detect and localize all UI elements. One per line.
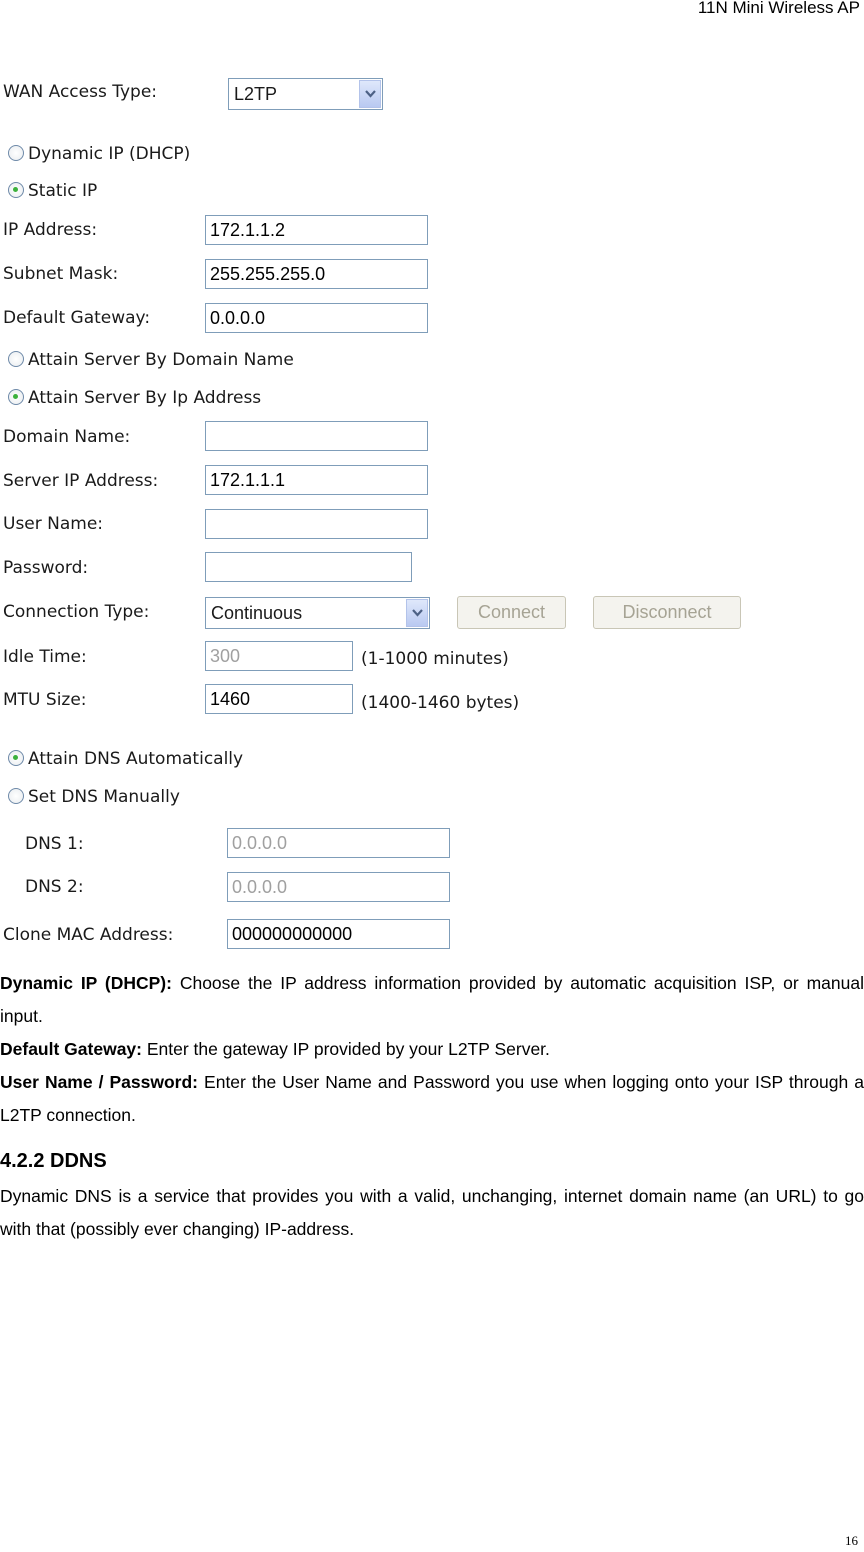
user-name-label: User Name: — [3, 514, 104, 534]
radio-checked-icon — [8, 389, 24, 405]
radio-unchecked-icon — [8, 788, 24, 804]
radio-dynamic-ip[interactable]: Dynamic IP (DHCP) — [8, 144, 190, 164]
ip-address-label: IP Address: — [3, 220, 98, 240]
radio-dns-auto-label: Attain DNS Automatically — [28, 749, 244, 769]
term-dynamic-ip: Dynamic IP (DHCP): — [0, 973, 172, 993]
password-label: Password: — [3, 558, 89, 578]
radio-checked-icon — [8, 182, 24, 198]
dns2-input[interactable]: 0.0.0.0 — [227, 872, 450, 902]
paragraph-user-password: User Name / Password: Enter the User Nam… — [0, 1066, 864, 1132]
domain-name-input[interactable] — [205, 421, 428, 451]
paragraph-default-gateway: Default Gateway: Enter the gateway IP pr… — [0, 1033, 864, 1066]
idle-time-input[interactable]: 300 — [205, 641, 353, 671]
radio-server-by-domain-label: Attain Server By Domain Name — [28, 350, 294, 370]
user-name-input[interactable] — [205, 509, 428, 539]
paragraph-ddns: Dynamic DNS is a service that provides y… — [0, 1186, 864, 1239]
radio-dns-manual[interactable]: Set DNS Manually — [8, 787, 180, 807]
radio-unchecked-icon — [8, 145, 24, 161]
term-default-gateway: Default Gateway: — [0, 1039, 142, 1059]
chevron-down-icon — [406, 599, 428, 627]
radio-unchecked-icon — [8, 351, 24, 367]
idle-time-hint: (1-1000 minutes) — [361, 649, 509, 669]
radio-server-by-ip[interactable]: Attain Server By Ip Address — [8, 388, 261, 408]
default-gateway-input[interactable]: 0.0.0.0 — [205, 303, 428, 333]
radio-checked-icon — [8, 750, 24, 766]
paragraph-dynamic-ip: Dynamic IP (DHCP): Choose the IP address… — [0, 967, 864, 1033]
chevron-down-icon — [359, 80, 381, 108]
disconnect-button[interactable]: Disconnect — [593, 596, 741, 629]
document-body: Dynamic IP (DHCP): Choose the IP address… — [0, 967, 864, 1246]
radio-server-by-domain[interactable]: Attain Server By Domain Name — [8, 350, 294, 370]
wan-access-type-select[interactable]: L2TP — [228, 78, 383, 110]
mtu-size-hint: (1400-1460 bytes) — [361, 693, 520, 713]
radio-static-ip-label: Static IP — [28, 181, 98, 201]
radio-dns-auto[interactable]: Attain DNS Automatically — [8, 749, 243, 769]
domain-name-label: Domain Name: — [3, 427, 131, 447]
connection-type-select[interactable]: Continuous — [205, 597, 430, 629]
mtu-size-label: MTU Size: — [3, 690, 87, 710]
radio-static-ip[interactable]: Static IP — [8, 181, 97, 201]
wan-access-type-label: WAN Access Type: — [3, 82, 158, 102]
wan-access-type-value: L2TP — [234, 84, 278, 104]
section-heading: 4.2.2 DDNS — [0, 1150, 107, 1172]
mtu-size-input[interactable]: 1460 — [205, 684, 353, 714]
connect-button[interactable]: Connect — [457, 596, 566, 629]
radio-dynamic-ip-label: Dynamic IP (DHCP) — [28, 144, 191, 164]
idle-time-label: Idle Time: — [3, 647, 87, 667]
dns2-label: DNS 2: — [25, 877, 84, 897]
radio-server-by-ip-label: Attain Server By Ip Address — [28, 388, 262, 408]
password-input[interactable] — [205, 552, 412, 582]
clone-mac-label: Clone MAC Address: — [3, 925, 174, 945]
ip-address-input[interactable]: 172.1.1.2 — [205, 215, 428, 245]
connection-type-value: Continuous — [211, 603, 303, 623]
subnet-mask-label: Subnet Mask: — [3, 264, 119, 284]
default-gateway-label: Default Gateway: — [3, 308, 151, 328]
document-header: 11N Mini Wireless AP — [697, 0, 860, 17]
page-number: 16 — [845, 1533, 858, 1548]
clone-mac-input[interactable]: 000000000000 — [227, 919, 450, 949]
dns1-input[interactable]: 0.0.0.0 — [227, 828, 450, 858]
radio-dns-manual-label: Set DNS Manually — [28, 787, 180, 807]
dns1-label: DNS 1: — [25, 834, 84, 854]
subnet-mask-input[interactable]: 255.255.255.0 — [205, 259, 428, 289]
l2tp-settings-screenshot: WAN Access Type: L2TP Dynamic IP (DHCP) … — [0, 70, 760, 960]
connection-type-label: Connection Type: — [3, 602, 150, 622]
server-ip-label: Server IP Address: — [3, 471, 159, 491]
paragraph-text: Enter the gateway IP provided by your L2… — [141, 1039, 550, 1059]
term-user-password: User Name / Password: — [0, 1072, 199, 1092]
server-ip-input[interactable]: 172.1.1.1 — [205, 465, 428, 495]
